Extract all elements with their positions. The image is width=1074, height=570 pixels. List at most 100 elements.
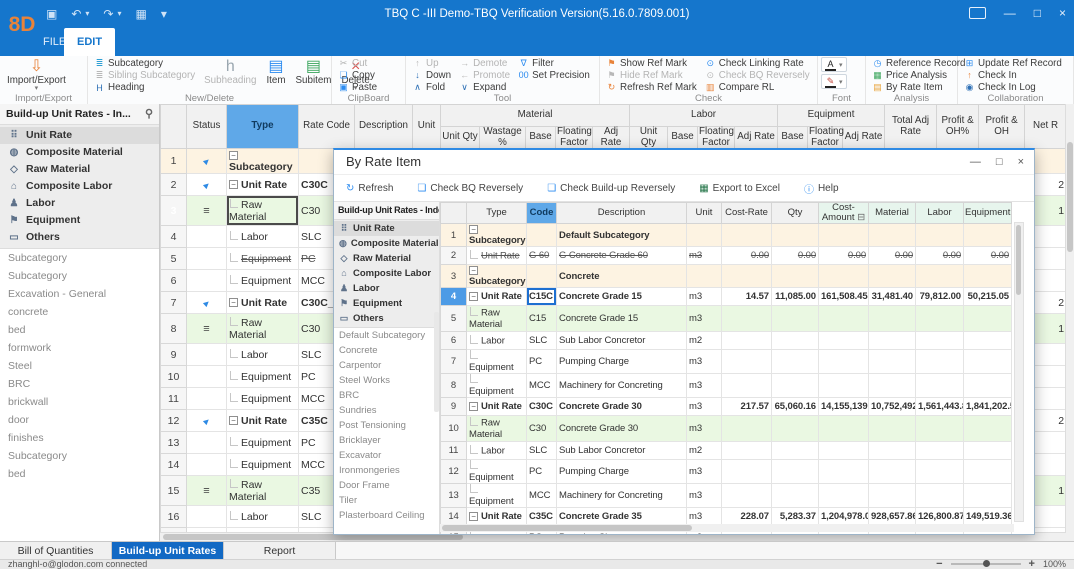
value-cell[interactable]: 79,812.00 (916, 288, 964, 306)
type-cell[interactable]: Labor (227, 506, 299, 528)
value-cell[interactable] (964, 350, 1012, 374)
description-cell[interactable]: Pumping Charge (557, 350, 687, 374)
status-cell[interactable] (187, 506, 227, 528)
help-button[interactable]: ⓘHelp (804, 181, 839, 196)
dialog-grid-row[interactable]: 8EquipmentMCCMachinery for Concretingm3 (441, 374, 1012, 398)
set-precision-button[interactable]: 00Set Precision (515, 69, 593, 81)
status-cell[interactable]: ► (187, 410, 227, 432)
column-header-material-unit-qty[interactable]: Unit Qty (441, 127, 480, 149)
value-cell[interactable] (772, 416, 819, 442)
value-cell[interactable] (772, 374, 819, 398)
sidebar-list-item[interactable]: Steel (0, 357, 159, 375)
sidebar-item-raw-material[interactable]: ◇Raw Material (0, 161, 159, 178)
dialog-column-header-equipment[interactable]: Equipment (964, 203, 1012, 224)
value-cell[interactable] (722, 374, 772, 398)
type-cell[interactable]: Equipment (227, 454, 299, 476)
font-color-button[interactable]: A▾ (821, 57, 847, 72)
code-cell[interactable] (527, 224, 557, 247)
row-number-cell[interactable]: 10 (441, 416, 467, 442)
sidebar-item-composite-material[interactable]: ◍Composite Material (334, 236, 439, 251)
bottom-tab-report[interactable]: Report (224, 542, 336, 560)
unit-cell[interactable]: m3 (687, 306, 722, 332)
value-cell[interactable] (722, 332, 772, 350)
value-cell[interactable]: 228.07 (722, 508, 772, 526)
column-header-profit-oh[interactable]: Profit & OH% (937, 105, 979, 149)
value-cell[interactable]: 65,060.16 (772, 398, 819, 416)
dialog-grid-row[interactable]: 1−SubcategoryDefault Subcategory (441, 224, 1012, 247)
value-cell[interactable] (819, 416, 869, 442)
value-cell[interactable] (722, 350, 772, 374)
sidebar-item-raw-material[interactable]: ◇Raw Material (334, 251, 439, 266)
dialog-nav-list-item[interactable]: Excavator (334, 448, 439, 463)
code-cell[interactable]: C30C (527, 398, 557, 416)
value-cell[interactable]: 1,204,978.08 (819, 508, 869, 526)
dialog-column-header-cost-amount[interactable]: Cost-Amount ⊟ (819, 203, 869, 224)
value-cell[interactable] (916, 374, 964, 398)
row-number-cell[interactable]: 2 (161, 174, 187, 196)
status-cell[interactable] (187, 226, 227, 248)
unit-cell[interactable]: m3 (687, 484, 722, 508)
row-number-cell[interactable]: 13 (161, 432, 187, 454)
reference-record-button[interactable]: ◷Reference Record (869, 57, 969, 69)
value-cell[interactable] (772, 460, 819, 484)
value-cell[interactable]: 11,085.00 (772, 288, 819, 306)
description-cell[interactable]: Default Subcategory (557, 224, 687, 247)
type-cell[interactable]: −Unit Rate (467, 398, 527, 416)
code-cell[interactable]: MCC (527, 374, 557, 398)
subitem-button[interactable]: ▤Subitem (292, 57, 336, 94)
value-cell[interactable] (772, 442, 819, 460)
value-cell[interactable] (916, 332, 964, 350)
value-cell[interactable] (722, 265, 772, 288)
dialog-nav-list-item[interactable]: Carpentor (334, 358, 439, 373)
dialog-maximize-icon[interactable]: □ (996, 150, 1003, 174)
check-linking-rate-button[interactable]: ⊙Check Linking Rate (702, 57, 813, 69)
code-cell[interactable]: MCC (527, 484, 557, 508)
tab-edit[interactable]: EDIT (64, 28, 115, 56)
sidebar-item-composite-labor[interactable]: ⌂Composite Labor (0, 178, 159, 195)
value-cell[interactable] (916, 306, 964, 332)
row-number-cell[interactable]: 13 (441, 484, 467, 508)
sidebar-item-labor[interactable]: ♟Labor (0, 195, 159, 212)
value-cell[interactable] (819, 306, 869, 332)
value-cell[interactable] (722, 460, 772, 484)
code-cell[interactable]: C15C (527, 288, 557, 306)
value-cell[interactable] (772, 265, 819, 288)
dialog-vertical-scrollbar[interactable] (1014, 222, 1024, 522)
value-cell[interactable] (964, 224, 1012, 247)
type-cell[interactable]: Labor (467, 442, 527, 460)
dialog-nav-list-item[interactable]: BRC (334, 388, 439, 403)
sidebar-list-item[interactable]: Subcategory (0, 267, 159, 285)
description-cell[interactable]: Pumping Charge (557, 460, 687, 484)
dialog-grid-row[interactable]: 4−Unit RateC15CConcrete Grade 15m314.571… (441, 288, 1012, 306)
row-number-cell[interactable]: 14 (161, 454, 187, 476)
value-cell[interactable] (964, 484, 1012, 508)
tree-expander-icon[interactable]: − (229, 416, 238, 425)
dialog-close-icon[interactable]: × (1018, 150, 1024, 174)
value-cell[interactable] (819, 442, 869, 460)
restore-icon[interactable]: □ (1034, 3, 1041, 23)
value-cell[interactable] (916, 484, 964, 508)
value-cell[interactable] (869, 332, 916, 350)
value-cell[interactable] (772, 224, 819, 247)
description-cell[interactable]: Machinery for Concreting (557, 484, 687, 508)
row-number-cell[interactable]: 9 (161, 344, 187, 366)
column-header-unit[interactable]: Unit (413, 105, 441, 149)
sidebar-list-item[interactable]: door (0, 411, 159, 429)
unit-cell[interactable]: m3 (687, 374, 722, 398)
sidebar-item-equipment[interactable]: ⚑Equipment (334, 296, 439, 311)
check-build-up-reversely-button[interactable]: ❏Check Build-up Reversely (547, 183, 675, 194)
dialog-grid-row[interactable]: 3−SubcategoryConcrete (441, 265, 1012, 288)
row-number-cell[interactable]: 3 (441, 265, 467, 288)
value-cell[interactable] (869, 460, 916, 484)
value-cell[interactable]: 149,519.36 (964, 508, 1012, 526)
sidebar-item-composite-material[interactable]: ◍Composite Material (0, 144, 159, 161)
unit-cell[interactable]: m3 (687, 508, 722, 526)
value-cell[interactable] (722, 224, 772, 247)
dialog-nav-list-item[interactable]: Steel Works (334, 373, 439, 388)
type-cell[interactable]: Raw Material (227, 196, 299, 226)
row-number-cell[interactable]: 4 (441, 288, 467, 306)
tree-expander-icon[interactable]: − (229, 180, 238, 189)
sidebar-list-item[interactable]: bed (0, 465, 159, 483)
dialog-nav-list-item[interactable]: Sundries (334, 403, 439, 418)
value-cell[interactable]: 126,800.87 (916, 508, 964, 526)
